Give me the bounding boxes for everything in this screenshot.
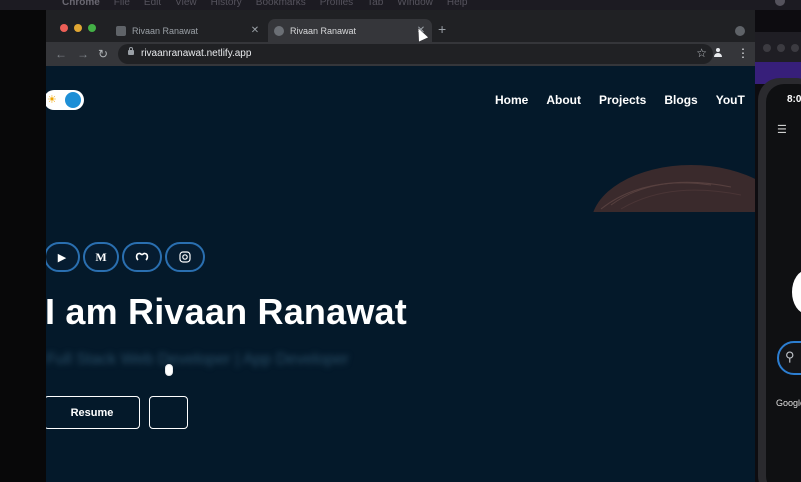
url-text[interactable]: rivaanranawat.netlify.app — [141, 48, 251, 59]
background-window-titlebar — [755, 32, 801, 62]
menu-help[interactable]: Help — [447, 0, 468, 8]
nav-projects[interactable]: Projects — [599, 93, 646, 107]
desktop-edge — [0, 10, 46, 482]
window-dot — [777, 44, 785, 52]
nav-home[interactable]: Home — [495, 93, 528, 107]
screen: Chrome File Edit View History Bookmarks … — [0, 0, 801, 482]
nav-blogs[interactable]: Blogs — [664, 93, 697, 107]
hero-title: I am Rivaan Ranawat — [46, 291, 407, 332]
instagram-button[interactable] — [165, 242, 205, 272]
nav-youtube[interactable]: YouT — [716, 93, 745, 107]
window-dot — [763, 44, 771, 52]
social-links: ▶ M — [46, 242, 205, 272]
tab-search-icon[interactable] — [735, 26, 745, 36]
forward-icon[interactable]: → — [77, 46, 89, 62]
search-icon[interactable]: ⚲ — [785, 350, 795, 363]
back-icon[interactable]: ← — [55, 46, 67, 62]
tab-title: Rivaan Ranawat — [132, 25, 199, 36]
phone-google-label: Google — [776, 398, 801, 408]
status-icon[interactable] — [775, 0, 785, 6]
menu-chrome[interactable]: Chrome — [62, 0, 100, 8]
close-window-button[interactable] — [60, 24, 68, 32]
address-bar[interactable]: rivaanranawat.netlify.app ☆ — [118, 44, 713, 64]
lock-icon[interactable] — [128, 47, 134, 55]
github-icon — [135, 252, 149, 261]
browser-window: Rivaan Ranawat ✕ Rivaan Ranawat ✕ + ← → … — [46, 10, 755, 482]
new-tab-button[interactable]: + — [438, 22, 446, 36]
web-page: ☀ Home About Projects Blogs YouT ▶ M I a… — [46, 66, 755, 482]
favicon-icon — [116, 25, 126, 36]
theme-toggle[interactable]: ☀ — [46, 90, 84, 110]
resume-button[interactable]: Resume — [46, 396, 140, 429]
window-dot — [791, 44, 799, 52]
hair-texture — [591, 165, 755, 211]
menu-edit[interactable]: Edit — [144, 0, 161, 8]
menu-profiles[interactable]: Profiles — [320, 0, 353, 8]
site-nav: Home About Projects Blogs YouT — [495, 93, 745, 107]
toggle-knob — [65, 92, 81, 108]
secondary-button[interactable] — [149, 396, 188, 429]
nav-about[interactable]: About — [546, 93, 581, 107]
page-bg-cover — [566, 212, 755, 292]
browser-toolbar: ← → ↻ rivaanranawat.netlify.app ☆ ⋮ — [46, 42, 755, 66]
tab-rivaan-ranawat-1[interactable]: Rivaan Ranawat ✕ — [110, 19, 266, 42]
menu-window[interactable]: Window — [397, 0, 433, 8]
tab-rivaan-ranawat-2[interactable]: Rivaan Ranawat ✕ — [268, 19, 432, 42]
profile-icon[interactable] — [712, 47, 724, 59]
globe-icon — [274, 25, 284, 36]
tab-title: Rivaan Ranawat — [290, 25, 357, 36]
play-store-button[interactable]: ▶ — [46, 242, 80, 272]
medium-button[interactable]: M — [83, 242, 119, 272]
maximize-window-button[interactable] — [88, 24, 96, 32]
macos-menu-bar: Chrome File Edit View History Bookmarks … — [0, 0, 801, 10]
menu-file[interactable]: File — [114, 0, 130, 8]
github-button[interactable] — [122, 242, 162, 272]
sun-icon: ☀ — [47, 94, 57, 106]
reload-icon[interactable]: ↻ — [98, 46, 108, 62]
more-menu-icon[interactable]: ⋮ — [737, 46, 749, 60]
menu-bar-items: Chrome File Edit View History Bookmarks … — [62, 0, 467, 8]
instagram-icon — [179, 251, 191, 263]
scroll-mouse-icon — [165, 364, 173, 376]
bookmark-star-icon[interactable]: ☆ — [696, 46, 707, 60]
menu-tab[interactable]: Tab — [367, 0, 383, 8]
menu-history[interactable]: History — [211, 0, 242, 8]
minimize-window-button[interactable] — [74, 24, 82, 32]
hamburger-icon[interactable]: ☰ — [777, 125, 787, 136]
hero-subtitle: Full Stack Web Developer | App Developer — [46, 351, 349, 368]
play-store-icon: ▶ — [57, 251, 67, 264]
phone-time: 8:0 — [787, 94, 801, 105]
menu-bookmarks[interactable]: Bookmarks — [256, 0, 306, 8]
menu-view[interactable]: View — [175, 0, 197, 8]
close-tab-icon[interactable]: ✕ — [248, 25, 262, 36]
tab-bar: Rivaan Ranawat ✕ Rivaan Ranawat ✕ + — [46, 10, 755, 42]
medium-icon: M — [95, 249, 107, 264]
